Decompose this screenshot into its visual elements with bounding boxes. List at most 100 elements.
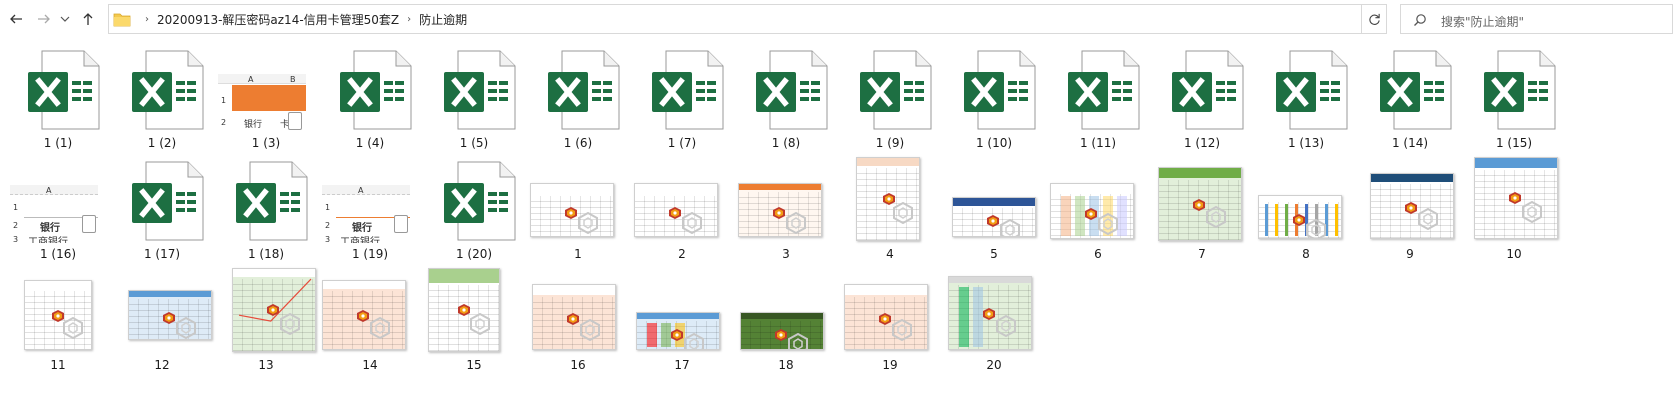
breadcrumb-separator: ›: [407, 13, 412, 25]
file-item[interactable]: 1 (17): [110, 155, 214, 267]
file-name: 1 (12): [1183, 136, 1221, 150]
file-name: 1 (13): [1287, 136, 1325, 150]
cell-text: 银行: [40, 223, 60, 234]
file-item[interactable]: 1 (18): [214, 155, 318, 267]
file-item[interactable]: 1 (11): [1046, 44, 1150, 156]
file-item[interactable]: 18: [734, 266, 838, 378]
file-item[interactable]: 1 (1): [6, 44, 110, 156]
file-item[interactable]: 13: [214, 266, 318, 378]
thumbnail-color-band: [1265, 204, 1268, 236]
file-thumbnail: [6, 44, 110, 134]
spreadsheet-thumbnail: [740, 312, 824, 350]
file-name: 1: [574, 247, 582, 261]
file-item[interactable]: 14: [318, 266, 422, 378]
file-name: 1 (16): [39, 247, 77, 261]
file-thumbnail: [734, 155, 838, 245]
file-item[interactable]: 10: [1462, 155, 1566, 267]
file-item[interactable]: A 1 2 3 银行 工商银行 1 (16): [6, 155, 110, 267]
excel-file-icon: [860, 50, 932, 130]
file-item[interactable]: 20: [942, 266, 1046, 378]
excel-file-icon: [236, 161, 308, 241]
file-name: 4: [886, 247, 894, 261]
thumbnail-header: [323, 281, 405, 289]
file-thumbnail: [942, 44, 1046, 134]
file-thumbnail: [526, 266, 630, 356]
file-item[interactable]: 11: [6, 266, 110, 378]
file-item[interactable]: 1: [526, 155, 630, 267]
file-item[interactable]: 1 (5): [422, 44, 526, 156]
recent-locations-button[interactable]: [58, 9, 72, 29]
spreadsheet-preview: AB12银行卡号: [218, 74, 306, 132]
file-thumbnail: [838, 266, 942, 356]
file-item[interactable]: 16: [526, 266, 630, 378]
up-button[interactable]: [78, 9, 98, 29]
thumbnail-header: [1159, 168, 1241, 178]
file-item[interactable]: 1 (9): [838, 44, 942, 156]
file-item[interactable]: 5: [942, 155, 1046, 267]
file-name: 1 (10): [975, 136, 1013, 150]
badge-icon: [565, 207, 577, 219]
thumbnail-color-band: [1075, 196, 1085, 236]
back-button[interactable]: [6, 9, 26, 29]
breadcrumb-item[interactable]: 20200913-解压密码az14-信用卡管理50套Z: [157, 11, 399, 28]
excel-file-icon: [132, 161, 204, 241]
file-thumbnail: A 1 2 3 银行 工商银行: [6, 155, 110, 245]
file-item[interactable]: 17: [630, 266, 734, 378]
search-box[interactable]: 搜索"防止逾期": [1400, 4, 1673, 34]
file-item[interactable]: 1 (13): [1254, 44, 1358, 156]
file-item[interactable]: 1 (10): [942, 44, 1046, 156]
file-item[interactable]: 1 (6): [526, 44, 630, 156]
thumbnail-header: [429, 269, 499, 283]
cell-text: 工商银行: [28, 237, 68, 243]
file-item[interactable]: 1 (2): [110, 44, 214, 156]
file-thumbnail: [422, 44, 526, 134]
file-item[interactable]: 3: [734, 155, 838, 267]
file-item[interactable]: 4: [838, 155, 942, 267]
file-item[interactable]: 15: [422, 266, 526, 378]
spreadsheet-thumbnail: [322, 280, 406, 350]
spreadsheet-preview: A 1 2 3 银行 工商银行: [10, 185, 98, 243]
file-item[interactable]: AB12银行卡号1 (3): [214, 44, 318, 156]
file-item[interactable]: 2: [630, 155, 734, 267]
spreadsheet-thumbnail: [24, 280, 92, 350]
thumbnail-header: [1051, 184, 1133, 192]
thumbnail-header: [635, 184, 717, 194]
file-item[interactable]: 19: [838, 266, 942, 378]
overlay-file-icon: [82, 215, 96, 233]
search-input[interactable]: 搜索"防止逾期": [1441, 13, 1524, 30]
file-item[interactable]: 1 (7): [630, 44, 734, 156]
file-thumbnail: [630, 266, 734, 356]
file-item[interactable]: 12: [110, 266, 214, 378]
badge-icon: [1085, 208, 1097, 220]
row-label: 1: [325, 203, 331, 212]
refresh-button[interactable]: [1361, 4, 1387, 34]
watermark-icon: [1097, 212, 1119, 236]
badge-icon: [1193, 199, 1205, 211]
file-item[interactable]: 1 (4): [318, 44, 422, 156]
file-name: 18: [778, 358, 794, 372]
file-item[interactable]: 1 (20): [422, 155, 526, 267]
file-item[interactable]: 1 (15): [1462, 44, 1566, 156]
watermark-icon: [579, 318, 601, 342]
address-bar[interactable]: › 20200913-解压密码az14-信用卡管理50套Z › 防止逾期: [108, 4, 1386, 34]
file-item[interactable]: 1 (12): [1150, 44, 1254, 156]
file-item[interactable]: 9: [1358, 155, 1462, 267]
excel-file-icon: [1068, 50, 1140, 130]
file-item[interactable]: A 1 2 3 银行 工商银行 1 (19): [318, 155, 422, 267]
file-item[interactable]: 1 (8): [734, 44, 838, 156]
breadcrumb-item[interactable]: 防止逾期: [419, 11, 467, 28]
file-item[interactable]: 7: [1150, 155, 1254, 267]
thumbnail-header: [949, 277, 1031, 283]
file-item[interactable]: 8: [1254, 155, 1358, 267]
forward-button[interactable]: [34, 9, 54, 29]
file-name: 1 (17): [143, 247, 181, 261]
file-item[interactable]: 6: [1046, 155, 1150, 267]
badge-icon: [163, 312, 175, 324]
thumbnail-color-band: [647, 323, 657, 347]
file-item[interactable]: 1 (14): [1358, 44, 1462, 156]
row-label: 2: [13, 221, 19, 230]
badge-icon: [983, 308, 995, 320]
file-thumbnail: [1254, 44, 1358, 134]
file-thumbnail: [1462, 155, 1566, 245]
file-name: 1 (6): [563, 136, 593, 150]
